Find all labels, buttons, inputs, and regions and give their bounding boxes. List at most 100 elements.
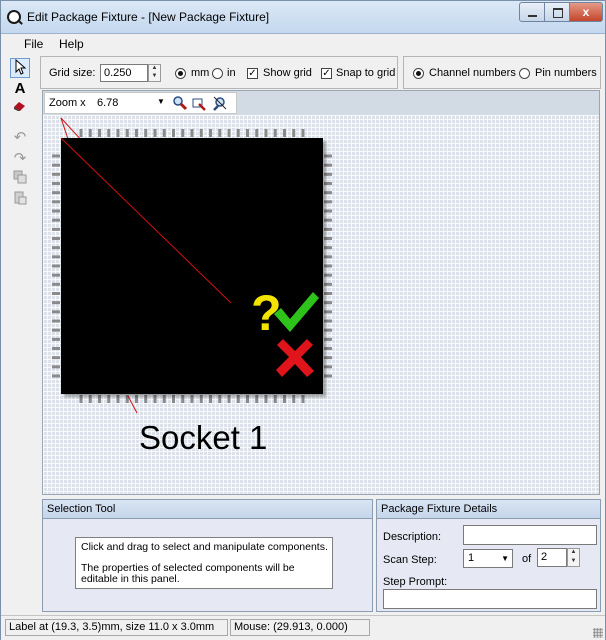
chip-pin xyxy=(283,395,286,403)
chip-pin xyxy=(301,395,305,403)
chip-pin xyxy=(324,227,332,231)
chip-pin xyxy=(324,328,332,332)
menu-file[interactable]: File xyxy=(24,37,43,51)
chip-pin xyxy=(135,129,138,137)
grid-size-input[interactable]: 0.250 xyxy=(100,64,148,82)
chip-pin xyxy=(273,395,277,403)
chip-pin xyxy=(153,129,157,137)
chip-pin xyxy=(98,129,101,137)
chip-pin xyxy=(218,395,222,403)
chip-pin xyxy=(236,395,240,403)
chip-pin xyxy=(255,395,259,403)
chip-pin xyxy=(324,273,332,277)
chip-pin xyxy=(273,129,277,137)
paste-icon[interactable] xyxy=(10,191,30,211)
chip-pin xyxy=(324,255,332,259)
unit-in-label: in xyxy=(227,67,236,79)
chip-pin xyxy=(52,337,60,341)
grid-size-label: Grid size: xyxy=(49,67,96,79)
socket-label[interactable]: Socket 1 xyxy=(139,419,267,457)
chip-pin xyxy=(324,365,332,369)
menu-help[interactable]: Help xyxy=(59,37,84,51)
pin-numbers-radio[interactable] xyxy=(519,68,530,79)
chip-pin xyxy=(52,301,60,305)
minimize-button[interactable] xyxy=(519,2,545,22)
chip-pin xyxy=(209,129,212,137)
fixture-canvas[interactable]: Zoom x 6.78 ▼ ? Socket 1 xyxy=(42,90,600,495)
check-mark-icon xyxy=(274,292,319,332)
chip-pin xyxy=(181,395,185,403)
chip-pin xyxy=(227,395,231,403)
chip-pin xyxy=(218,129,222,137)
chip-pin xyxy=(79,129,83,137)
chip-pin xyxy=(88,129,92,137)
label-info-status: Label at (19.3, 3.5)mm, size 11.0 x 3.0m… xyxy=(5,619,228,636)
channel-numbers-radio[interactable] xyxy=(413,68,424,79)
tool-strip: A ↶ ↷ xyxy=(10,57,32,611)
chip-pin xyxy=(324,356,332,360)
resize-grip-icon[interactable] xyxy=(593,628,603,638)
redo-icon[interactable]: ↷ xyxy=(10,149,30,169)
package-fixture-details-panel: Package Fixture Details Description: Sca… xyxy=(376,499,601,612)
scan-step-label: Scan Step: xyxy=(383,554,437,566)
chip-pin xyxy=(264,395,268,403)
chip-pin xyxy=(292,395,296,403)
selection-panel-title: Selection Tool xyxy=(43,500,372,519)
chip-pin xyxy=(181,129,185,137)
chip-pin xyxy=(52,273,60,277)
chip-pin xyxy=(52,328,60,332)
chip-pin xyxy=(135,395,138,403)
chip-pin xyxy=(52,347,60,350)
undo-icon[interactable]: ↶ xyxy=(10,128,30,148)
chip-pin xyxy=(144,129,148,137)
chip-pin xyxy=(52,374,60,378)
text-tool-icon[interactable]: A xyxy=(10,79,30,99)
unit-mm-radio[interactable] xyxy=(175,68,186,79)
chip-pin xyxy=(52,200,60,204)
chip-pin xyxy=(324,292,332,295)
chip-pin xyxy=(324,282,332,286)
grid-options-group: Grid size: 0.250 ▲ ▼ mm in ✓ Show grid ✓ … xyxy=(40,56,398,89)
close-button[interactable]: x xyxy=(569,2,603,22)
mouse-position-status: Mouse: (29.913, 0.000) xyxy=(230,619,370,636)
chip-pin xyxy=(324,374,332,378)
unit-in-radio[interactable] xyxy=(212,68,223,79)
chip-pin xyxy=(324,237,332,240)
snap-to-grid-checkbox[interactable]: ✓ xyxy=(321,68,332,79)
chip-pin xyxy=(301,129,305,137)
chip-pin xyxy=(324,264,332,268)
chip-pin xyxy=(52,237,60,240)
step-prompt-input[interactable] xyxy=(383,589,597,609)
chip-pin xyxy=(199,395,203,403)
chip-pin xyxy=(52,356,60,360)
title-bar[interactable]: Edit Package Fixture - [New Package Fixt… xyxy=(1,1,605,34)
total-steps-input[interactable]: 2 xyxy=(537,548,567,567)
chip-package[interactable]: ? xyxy=(61,138,323,394)
chip-pin xyxy=(52,163,60,167)
chip-pin xyxy=(52,209,60,213)
scan-step-dropdown[interactable]: 1 ▼ xyxy=(463,549,513,568)
chip-pin xyxy=(292,129,296,137)
selection-info-line1: Click and drag to select and manipulate … xyxy=(81,541,328,553)
selection-info-line2: The properties of selected components wi… xyxy=(81,562,295,585)
grid-size-spinner[interactable]: ▲ ▼ xyxy=(148,64,161,82)
maximize-button[interactable] xyxy=(544,2,570,22)
chip-pin xyxy=(52,246,60,250)
description-input[interactable] xyxy=(463,525,597,545)
eraser-tool-icon[interactable] xyxy=(10,99,30,119)
chip-pin xyxy=(324,246,332,250)
chip-pin xyxy=(236,129,240,137)
copy-icon[interactable] xyxy=(10,170,30,190)
total-steps-spinner[interactable]: ▲ ▼ xyxy=(567,548,580,567)
details-panel-title: Package Fixture Details xyxy=(377,500,600,519)
scan-step-dropdown-arrow-icon: ▼ xyxy=(501,554,509,563)
chip-pin xyxy=(246,129,249,137)
chip-pin xyxy=(52,255,60,259)
chip-pin xyxy=(52,218,60,222)
selection-tool-icon[interactable] xyxy=(10,58,30,78)
chip-pin xyxy=(283,129,286,137)
show-grid-checkbox[interactable]: ✓ xyxy=(247,68,258,79)
chip-pin xyxy=(162,395,166,403)
chip-pin xyxy=(153,395,157,403)
chip-pin xyxy=(199,129,203,137)
